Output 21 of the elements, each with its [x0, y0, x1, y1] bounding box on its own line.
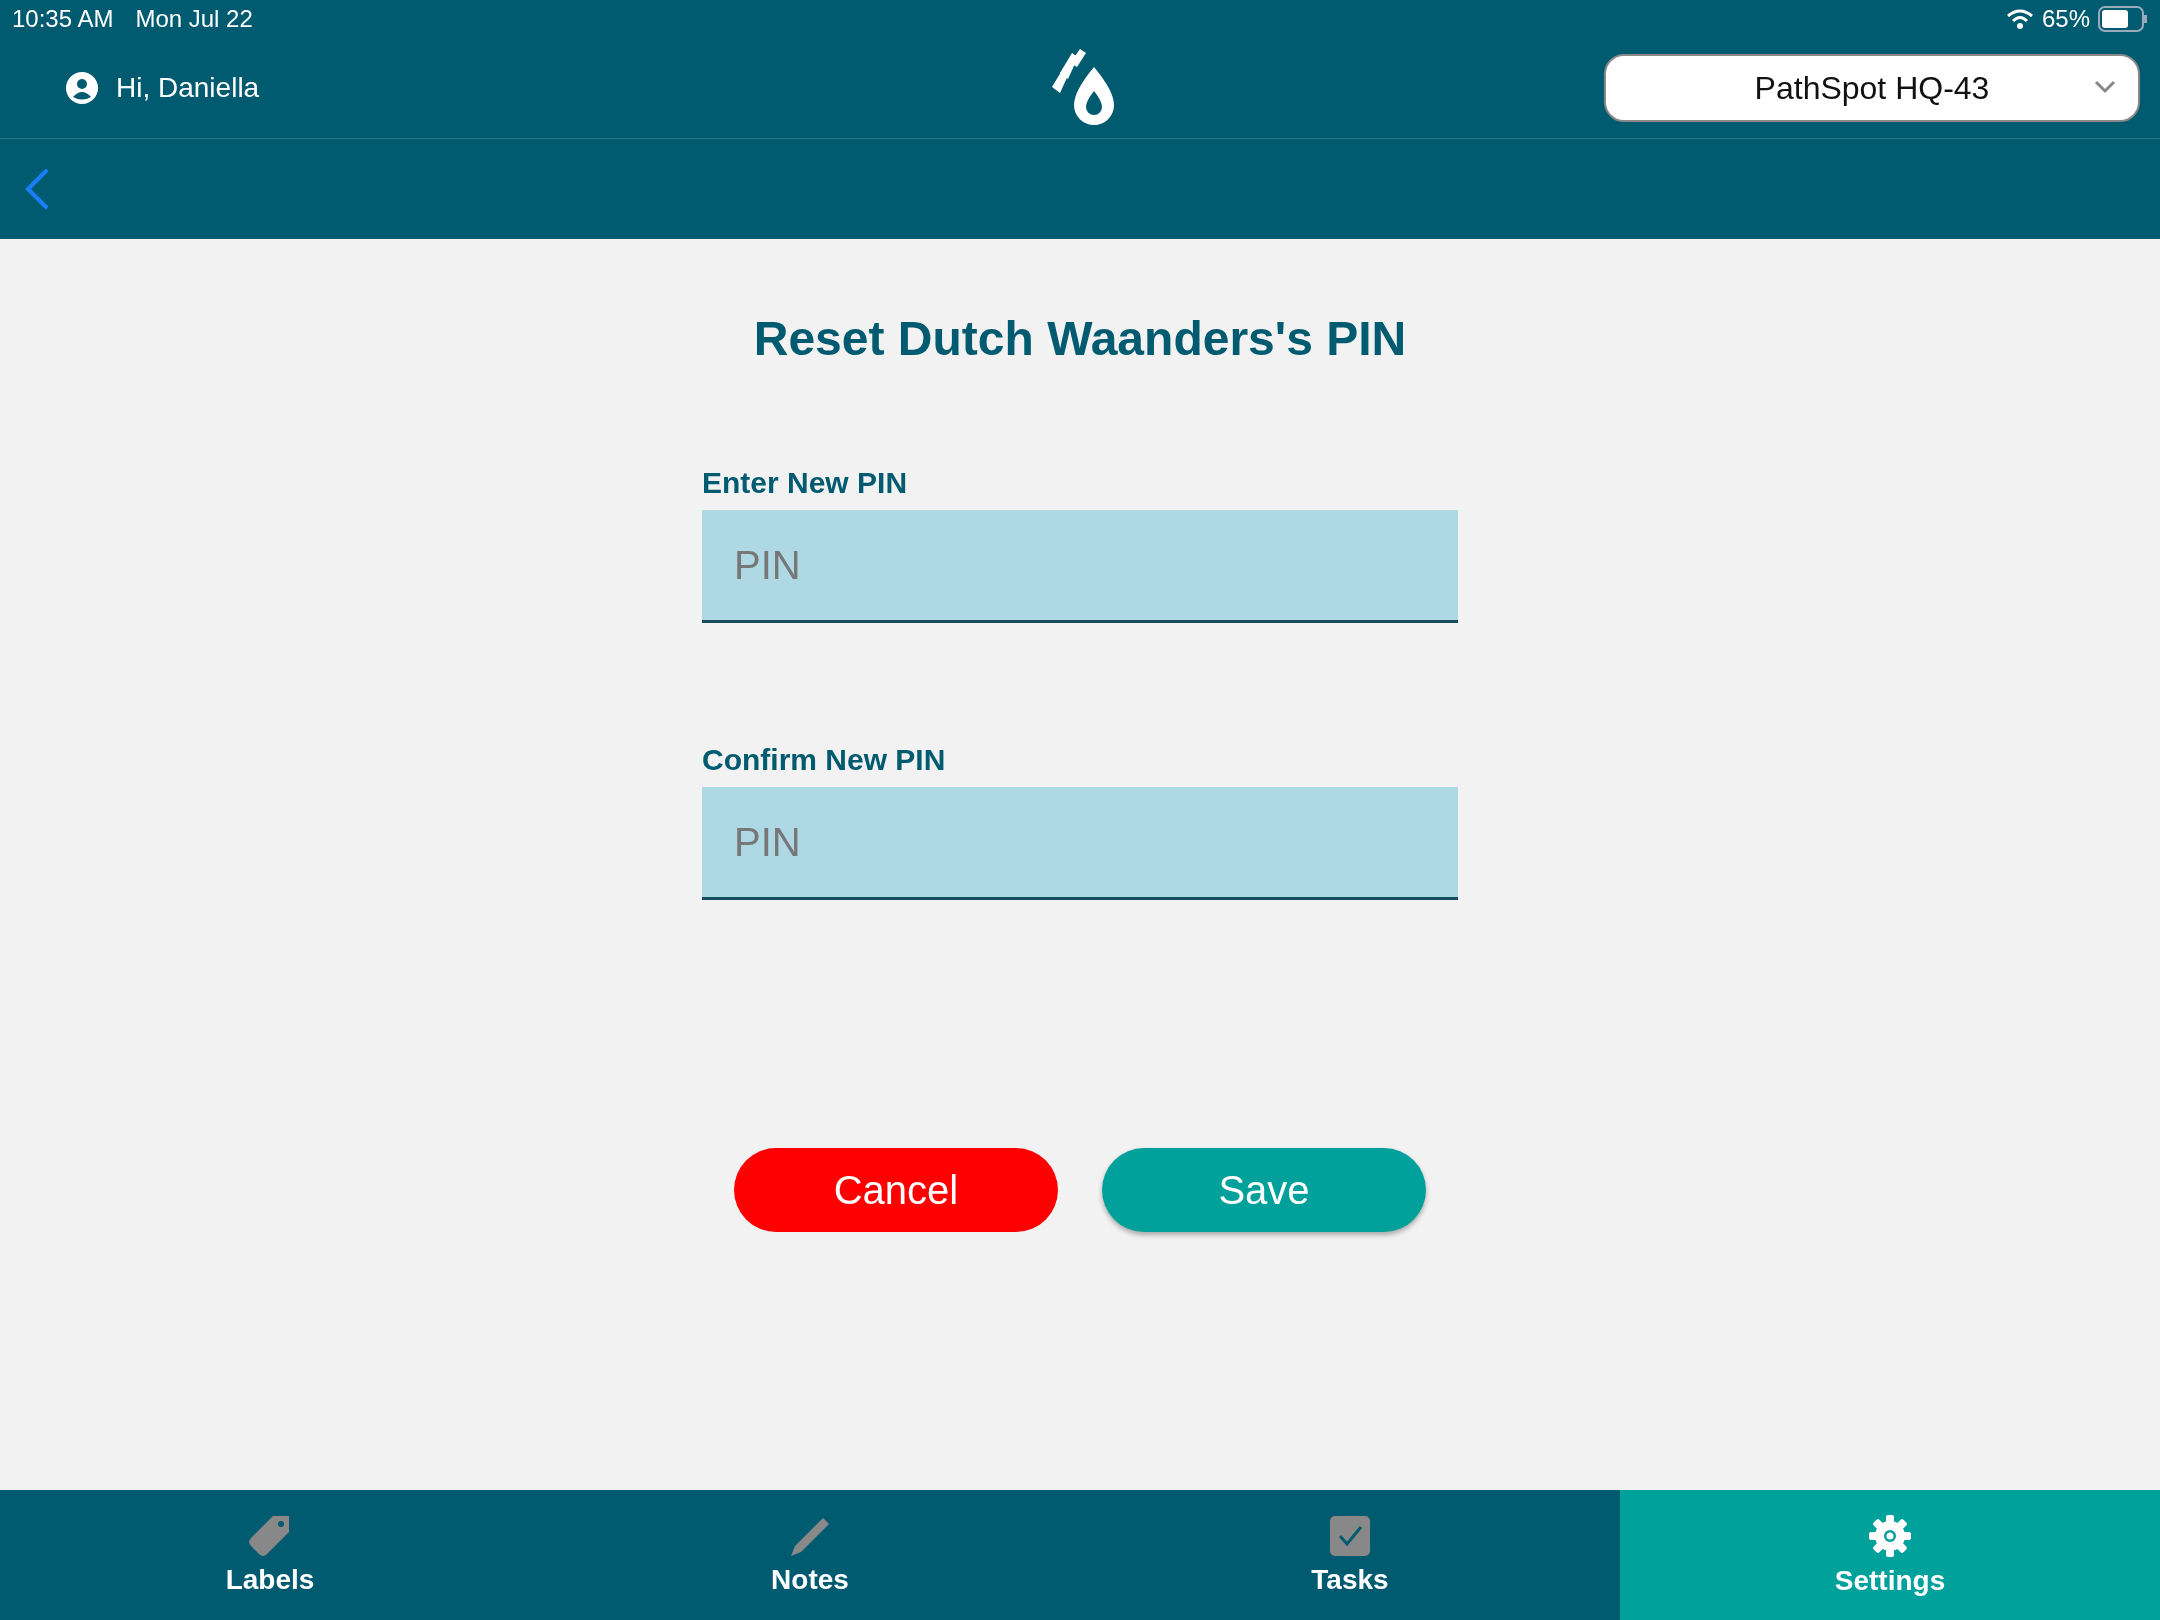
cancel-button[interactable]: Cancel: [734, 1148, 1058, 1232]
field-label: Enter New PIN: [702, 466, 909, 500]
back-chevron-icon[interactable]: [24, 167, 50, 211]
status-time: 10:35 AM: [12, 5, 114, 33]
pin-input-field[interactable]: PIN: [702, 787, 1458, 900]
battery-icon: [2098, 6, 2148, 32]
checkbox-icon: [1328, 1514, 1372, 1558]
nav-tab[interactable]: Notes: [540, 1490, 1080, 1620]
settings-icon: [1867, 1513, 1913, 1559]
nav-tab[interactable]: Labels: [0, 1490, 540, 1620]
battery-percentage: 65%: [2041, 5, 2090, 33]
chevron-down-icon: [2094, 80, 2116, 94]
status-date: Mon Jul 22: [135, 5, 253, 33]
location-dropdown[interactable]: PathSpot HQ-43: [1604, 54, 2140, 122]
field-label: Confirm New PIN: [702, 743, 947, 777]
nav-tab[interactable]: Tasks: [1080, 1490, 1620, 1620]
page-title: Reset Dutch Waanders's PIN: [753, 311, 1407, 366]
user-icon: [66, 72, 98, 104]
greeting: Hi, Daniella: [116, 72, 260, 104]
pin-input-field[interactable]: PIN: [702, 510, 1458, 623]
wifi-icon: [2005, 8, 2034, 30]
